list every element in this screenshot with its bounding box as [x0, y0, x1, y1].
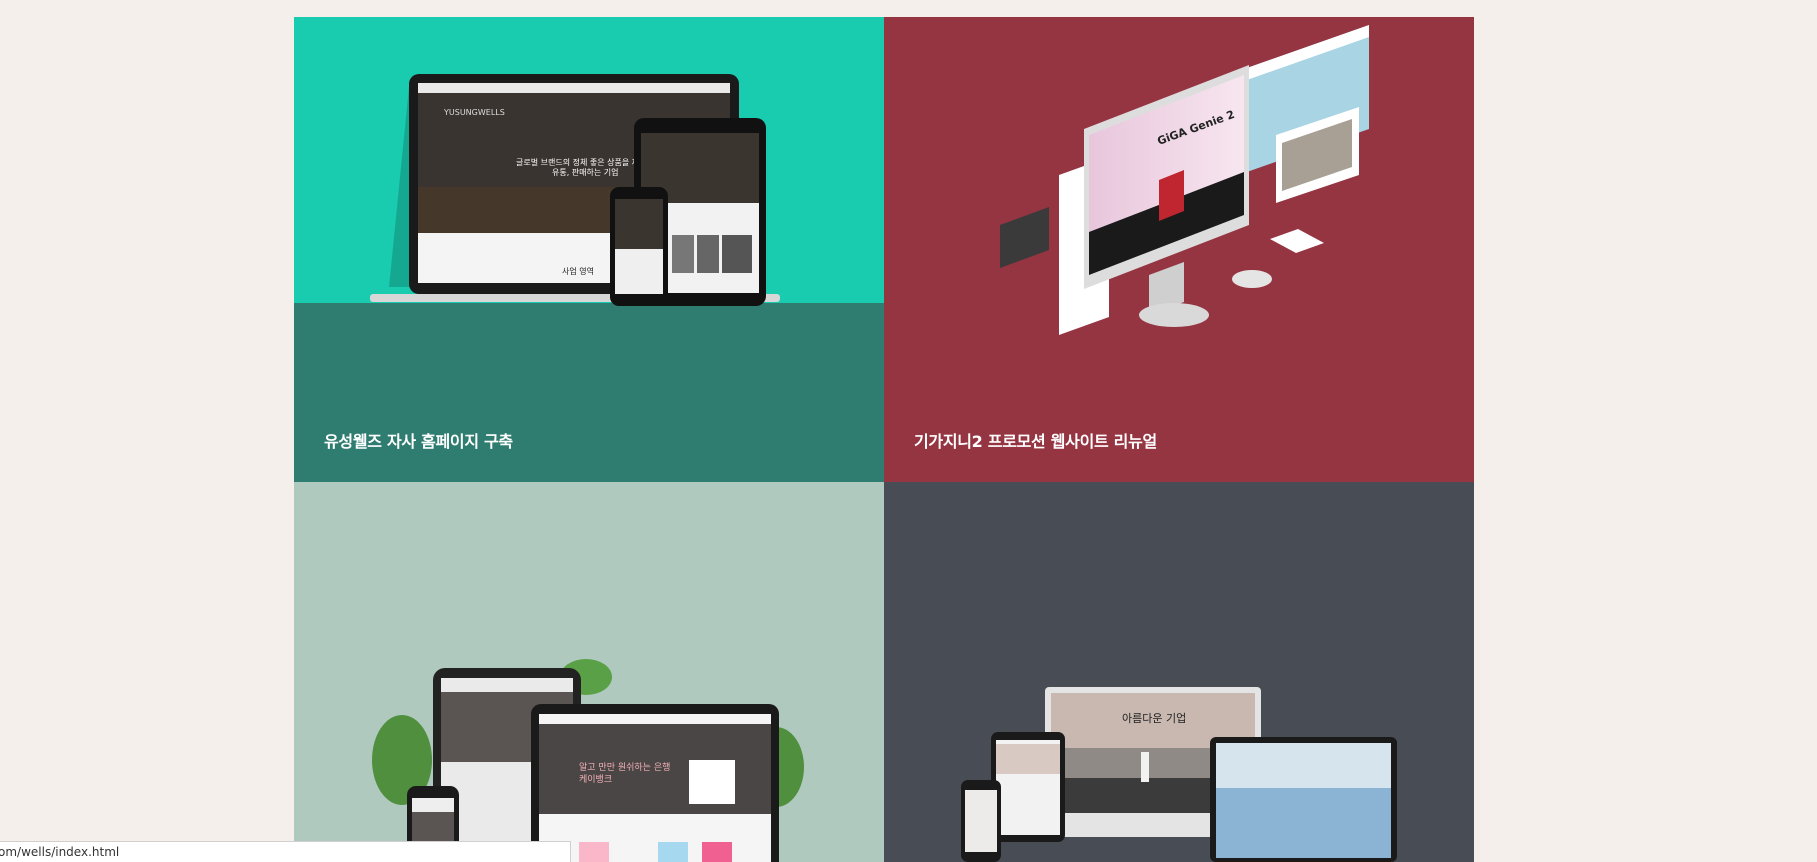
device-mockup-image: 아름다운 기업: [961, 687, 1397, 862]
card-title: 유성웰즈 자사 홈페이지 구축: [324, 432, 513, 451]
card4-headline: 아름다운 기업: [1122, 712, 1186, 725]
card3-headline-1: 알고 만만 원쉬하는 은행: [579, 761, 670, 773]
card3-headline-2: 케이뱅크: [579, 774, 612, 785]
card1-section: 사업 영역: [562, 266, 594, 276]
portfolio-card-kbank[interactable]: 알고 만만 원쉬하는 은행 케이뱅크: [294, 482, 884, 862]
card1-brand: YUSUNGWELLS: [443, 108, 505, 117]
isometric-mockup-image: GiGA Genie 2: [1000, 25, 1369, 335]
portfolio-card-yusungwells[interactable]: YUSUNGWELLS 글로벌 브랜드의 정체 좋은 상품을 제수입하여 유통,…: [294, 17, 884, 482]
portfolio-card-beautiful-company[interactable]: 아름다운 기업: [884, 482, 1474, 862]
status-url: om/wells/index.html: [0, 845, 120, 859]
device-mockup-image: YUSUNGWELLS 글로벌 브랜드의 정체 좋은 상품을 제수입하여 유통,…: [370, 74, 780, 306]
card1-headline-2: 유통, 판매하는 기업: [552, 167, 619, 177]
card-title: 기가지니2 프로모션 웹사이트 리뉴얼: [914, 432, 1157, 451]
browser-status-bar: om/wells/index.html: [0, 841, 571, 862]
portfolio-grid: YUSUNGWELLS 글로벌 브랜드의 정체 좋은 상품을 제수입하여 유통,…: [294, 17, 1474, 862]
device-mockup-image: 알고 만만 원쉬하는 은행 케이뱅크: [372, 659, 804, 862]
portfolio-card-giga-genie[interactable]: GiGA Genie 2 기가지니2 프로모션 웹사이트 리뉴얼: [884, 17, 1474, 482]
